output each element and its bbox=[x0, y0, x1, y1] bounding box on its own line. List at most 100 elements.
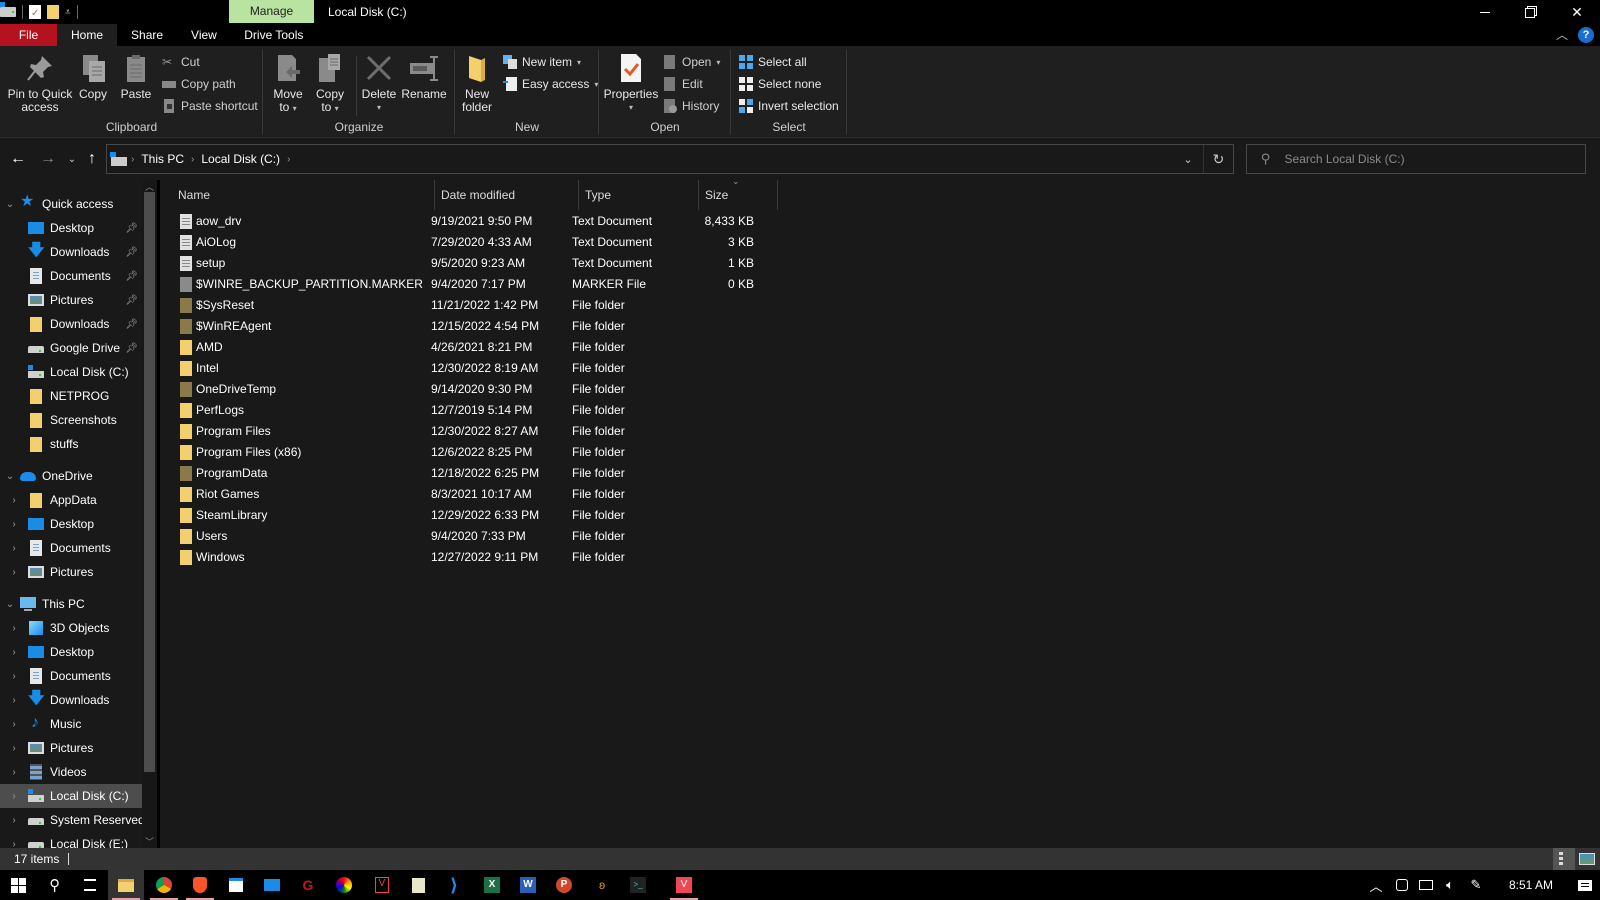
collapse-chevron-icon[interactable]: › bbox=[0, 839, 28, 849]
pin-icon[interactable]: 📌︎ bbox=[125, 295, 138, 306]
new-folder-quick-icon[interactable] bbox=[47, 5, 59, 19]
collapse-chevron-icon[interactable]: › bbox=[0, 519, 28, 530]
collapse-chevron-icon[interactable]: › bbox=[0, 743, 28, 754]
file-row[interactable]: SteamLibrary 12/29/2022 6:33 PM File fol… bbox=[174, 505, 764, 526]
taskbar-valorant-app-button[interactable]: V bbox=[364, 870, 400, 900]
properties-button[interactable]: Properties ▾ bbox=[603, 52, 659, 114]
back-button[interactable]: ← bbox=[8, 149, 28, 169]
pin-icon[interactable]: 📌︎ bbox=[125, 247, 138, 258]
taskbar-microsoft-store-button[interactable] bbox=[218, 870, 254, 900]
details-view-button[interactable] bbox=[1553, 848, 1575, 870]
file-row[interactable]: Users 9/4/2020 7:33 PM File folder bbox=[174, 526, 764, 547]
nav-item-documents[interactable]: › Documents bbox=[0, 664, 142, 688]
column-header-date[interactable]: Date modified bbox=[435, 180, 578, 210]
column-header-name[interactable]: Name bbox=[160, 180, 434, 210]
nav-item-system-reserved[interactable]: › System Reserved bbox=[0, 808, 144, 832]
show-hidden-icons-button[interactable]: ︿ bbox=[1364, 870, 1388, 900]
file-row[interactable]: ProgramData 12/18/2022 6:25 PM File fold… bbox=[174, 463, 764, 484]
nav-item-desktop[interactable]: › Desktop bbox=[0, 512, 142, 536]
invert-selection-button[interactable]: Invert selection bbox=[739, 96, 839, 116]
history-button[interactable]: History bbox=[663, 96, 719, 116]
search-box[interactable]: ⚲ Search Local Disk (C:) bbox=[1246, 144, 1586, 174]
help-icon[interactable]: ? bbox=[1578, 26, 1594, 43]
taskbar-misc-app-button[interactable]: ʚ bbox=[584, 870, 620, 900]
collapse-chevron-icon[interactable]: › bbox=[0, 543, 28, 554]
network-button[interactable] bbox=[1414, 870, 1438, 900]
new-item-button[interactable]: New item ▾ bbox=[503, 52, 581, 72]
collapse-ribbon-icon[interactable]: ︿ bbox=[1556, 26, 1568, 43]
nav-item-screenshots[interactable]: Screenshots bbox=[0, 408, 142, 432]
new-folder-button[interactable]: New folder bbox=[459, 52, 495, 114]
nav-item-3d-objects[interactable]: › 3D Objects bbox=[0, 616, 142, 640]
collapse-chevron-icon[interactable]: › bbox=[0, 815, 28, 826]
nav-item-downloads[interactable]: 🡇 Downloads 📌︎ bbox=[0, 240, 142, 264]
copy-path-button[interactable]: Copy path bbox=[162, 74, 236, 94]
file-row[interactable]: Program Files (x86) 12/6/2022 8:25 PM Fi… bbox=[174, 442, 764, 463]
taskbar-search-button[interactable]: ⚲ bbox=[36, 870, 72, 900]
tab-file[interactable]: File bbox=[0, 24, 57, 46]
address-history-dropdown[interactable]: ⌄ bbox=[1173, 145, 1203, 173]
breadcrumb-separator-icon[interactable]: › bbox=[127, 154, 138, 165]
taskbar-chrome-button[interactable] bbox=[146, 870, 182, 900]
nav-item-local-disk-e[interactable]: › Local Disk (E:) bbox=[0, 832, 142, 848]
taskbar-vscode-button[interactable]: ⟩ bbox=[436, 870, 472, 900]
file-row[interactable]: Program Files 12/30/2022 8:27 AM File fo… bbox=[174, 421, 764, 442]
file-row[interactable]: $SysReset 11/21/2022 1:42 PM File folder bbox=[174, 295, 764, 316]
nav-scrollbar[interactable]: ︿ ﹀ bbox=[142, 180, 157, 848]
file-row[interactable]: Intel 12/30/2022 8:19 AM File folder bbox=[174, 358, 764, 379]
cut-button[interactable]: ✂ Cut bbox=[162, 52, 200, 72]
tab-manage[interactable]: Manage bbox=[229, 0, 314, 23]
file-row[interactable]: $WinREAgent 12/15/2022 4:54 PM File fold… bbox=[174, 316, 764, 337]
taskbar-brave-button[interactable] bbox=[182, 870, 218, 900]
nav-item-stuffs[interactable]: stuffs bbox=[0, 432, 142, 456]
taskbar-start-button[interactable] bbox=[0, 870, 36, 900]
nav-item-downloads[interactable]: › 🡇 Downloads bbox=[0, 688, 142, 712]
taskbar-powerpoint-button[interactable]: P bbox=[546, 870, 582, 900]
nav-item-desktop[interactable]: › Desktop bbox=[0, 640, 142, 664]
nav-item-appdata[interactable]: › AppData bbox=[0, 488, 142, 512]
collapse-chevron-icon[interactable]: › bbox=[0, 647, 28, 658]
nav-item-netprog[interactable]: NETPROG bbox=[0, 384, 142, 408]
taskbar-notepad-app-button[interactable] bbox=[400, 870, 436, 900]
nav-item-local-disk-c[interactable]: Local Disk (C:) bbox=[0, 360, 142, 384]
breadcrumb-this-pc[interactable]: This PC bbox=[138, 152, 187, 166]
collapse-chevron-icon[interactable]: › bbox=[0, 495, 28, 506]
edit-button[interactable]: Edit bbox=[663, 74, 703, 94]
nav-section-this-pc[interactable]: ⌄ This PC bbox=[0, 592, 142, 616]
up-button[interactable]: ↑ bbox=[82, 149, 102, 169]
taskbar-terminal-app-button[interactable]: >_ bbox=[620, 870, 656, 900]
pin-icon[interactable]: 📌︎ bbox=[125, 319, 138, 330]
collapse-chevron-icon[interactable]: › bbox=[0, 791, 28, 802]
paste-shortcut-button[interactable]: Paste shortcut bbox=[162, 96, 258, 116]
file-row[interactable]: $WINRE_BACKUP_PARTITION.MARKER 9/4/2020 … bbox=[174, 274, 764, 295]
open-button[interactable]: Open ▾ bbox=[663, 52, 720, 72]
collapse-chevron-icon[interactable]: › bbox=[0, 623, 28, 634]
minimize-button[interactable] bbox=[1462, 0, 1508, 24]
refresh-button[interactable]: ↻ bbox=[1203, 145, 1233, 173]
address-bar[interactable]: › This PC › Local Disk (C:) › ⌄ ↻ bbox=[106, 144, 1234, 174]
nav-item-local-disk-c[interactable]: › Local Disk (C:) bbox=[0, 784, 142, 808]
file-row[interactable]: OneDriveTemp 9/14/2020 9:30 PM File fold… bbox=[174, 379, 764, 400]
collapse-chevron-icon[interactable]: › bbox=[0, 671, 28, 682]
large-icons-view-button[interactable] bbox=[1576, 848, 1598, 870]
breadcrumb-local-disk[interactable]: Local Disk (C:) bbox=[198, 152, 283, 166]
taskbar-game-app-button[interactable]: G bbox=[290, 870, 326, 900]
paste-button[interactable]: Paste bbox=[118, 52, 154, 101]
copy-to-button[interactable]: Copy to ▾ bbox=[312, 52, 348, 115]
pin-icon[interactable]: 📌︎ bbox=[125, 223, 138, 234]
taskbar-color-app-button[interactable] bbox=[326, 870, 362, 900]
nav-item-pictures[interactable]: Pictures 📌︎ bbox=[0, 288, 142, 312]
expand-chevron-icon[interactable]: ⌄ bbox=[0, 599, 20, 610]
delete-dropdown-icon[interactable]: ▾ bbox=[359, 101, 399, 114]
select-none-button[interactable]: Select none bbox=[739, 74, 821, 94]
nav-item-music[interactable]: › ♪ Music bbox=[0, 712, 142, 736]
breadcrumb-separator-icon[interactable]: › bbox=[283, 154, 294, 165]
nav-item-documents[interactable]: Documents 📌︎ bbox=[0, 264, 142, 288]
nav-scrollbar-thumb[interactable] bbox=[144, 192, 155, 772]
select-all-button[interactable]: Select all bbox=[739, 52, 807, 72]
file-row[interactable]: Riot Games 8/3/2021 10:17 AM File folder bbox=[174, 484, 764, 505]
taskbar-excel-button[interactable]: X bbox=[474, 870, 510, 900]
meet-now-button[interactable] bbox=[1390, 870, 1414, 900]
volume-button[interactable]: 🔈︎ bbox=[1438, 870, 1462, 900]
forward-button[interactable]: → bbox=[38, 149, 58, 169]
